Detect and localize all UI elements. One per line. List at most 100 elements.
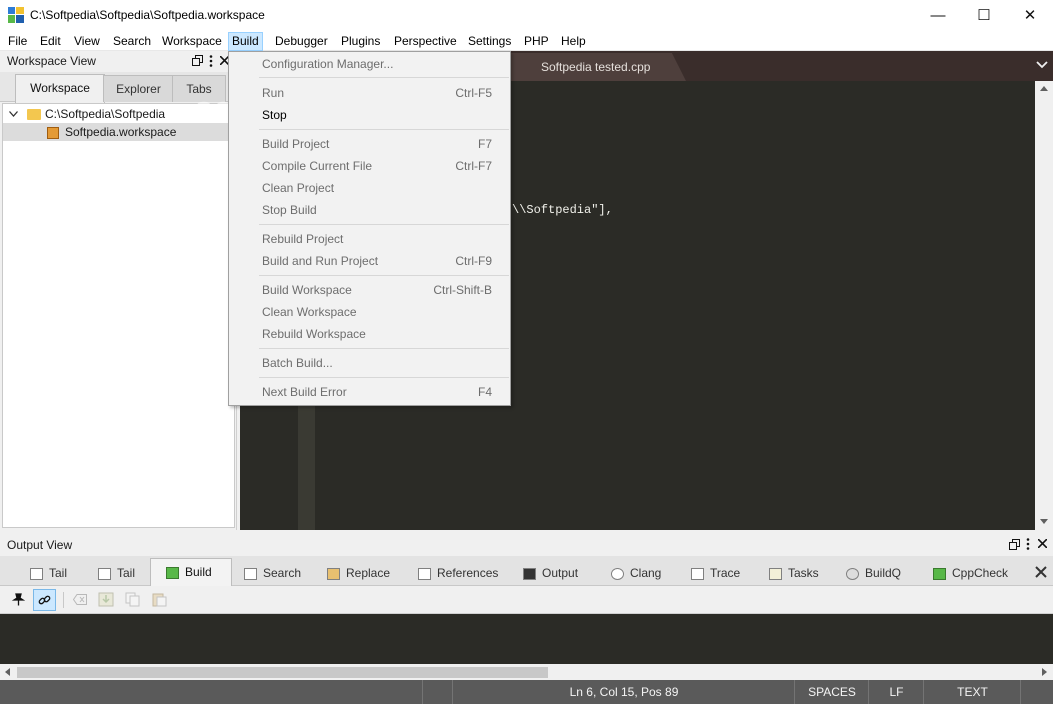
menu-php[interactable]: PHP <box>521 33 552 50</box>
output-view-title: Output View <box>7 538 73 552</box>
copy-icon[interactable] <box>125 592 140 607</box>
tab-trace[interactable]: Trace <box>691 560 740 586</box>
menu-separator <box>259 129 509 130</box>
menu-item-stop-build[interactable]: Stop Build <box>262 200 492 220</box>
pencil-icon <box>327 567 340 580</box>
tab-buildq[interactable]: BuildQ <box>846 560 901 586</box>
menu-settings[interactable]: Settings <box>465 33 514 50</box>
tab-build[interactable]: Build <box>150 558 232 586</box>
menu-item-clean-project[interactable]: Clean Project <box>262 178 492 198</box>
menu-item-stop[interactable]: Stop <box>262 105 492 125</box>
clear-icon[interactable] <box>73 594 87 605</box>
restore-pane-icon[interactable] <box>1009 539 1020 550</box>
folder-icon <box>27 109 41 121</box>
menu-item-build-project[interactable]: Build Project F7 <box>262 134 492 154</box>
pin-icon[interactable] <box>12 593 25 606</box>
status-position: Ln 6, Col 15, Pos 89 <box>452 680 795 704</box>
search-icon <box>418 567 431 580</box>
search-icon <box>244 567 257 580</box>
menu-edit[interactable]: Edit <box>37 33 64 50</box>
menu-perspective[interactable]: Perspective <box>391 33 460 50</box>
menu-help[interactable]: Help <box>558 33 589 50</box>
gears-icon <box>846 567 859 580</box>
workspace-tree: C:\Softpedia\Softpedia Softpedia.workspa… <box>2 103 235 528</box>
menu-item-next-build-error[interactable]: Next Build Error F4 <box>262 382 492 402</box>
close-button[interactable]: ✕ <box>1007 0 1053 31</box>
menu-separator <box>259 377 509 378</box>
minimize-button[interactable]: — <box>915 0 961 31</box>
pane-options-icon[interactable] <box>208 55 214 67</box>
title-bar: C:\Softpedia\Softpedia\Softpedia.workspa… <box>0 0 1053 31</box>
menu-item-clean-workspace[interactable]: Clean Workspace <box>262 302 492 322</box>
menu-item-run[interactable]: Run Ctrl-F5 <box>262 83 492 103</box>
menu-item-rebuild-workspace[interactable]: Rebuild Workspace <box>262 324 492 344</box>
window-title: C:\Softpedia\Softpedia\Softpedia.workspa… <box>30 8 265 22</box>
output-build-area[interactable] <box>0 614 1053 664</box>
tools-icon[interactable] <box>1034 565 1048 579</box>
menu-separator <box>259 275 509 276</box>
output-view-pane: Output View Tail Tail Build Search Repla… <box>0 534 1053 680</box>
status-empty-cell <box>422 680 453 704</box>
tab-tail-2[interactable]: Tail <box>98 560 135 586</box>
scroll-right-icon[interactable] <box>1042 668 1047 676</box>
menu-workspace[interactable]: Workspace <box>159 33 225 50</box>
menu-debugger[interactable]: Debugger <box>272 33 331 50</box>
tab-tasks[interactable]: Tasks <box>769 560 819 586</box>
tab-output[interactable]: Output <box>523 560 578 586</box>
output-view-tabs: Tail Tail Build Search Replace Reference… <box>0 556 1053 586</box>
menu-item-rebuild-project[interactable]: Rebuild Project <box>262 229 492 249</box>
restore-pane-icon[interactable] <box>192 55 203 66</box>
build-icon <box>166 566 179 579</box>
tab-clang[interactable]: Clang <box>611 560 661 586</box>
menu-search[interactable]: Search <box>110 33 154 50</box>
status-mode[interactable]: TEXT <box>923 680 1021 704</box>
link-icon <box>38 595 51 605</box>
workspace-file-icon <box>47 126 59 139</box>
save-icon[interactable] <box>98 592 114 607</box>
workspace-view-title: Workspace View <box>7 54 96 68</box>
paste-icon[interactable] <box>152 592 167 607</box>
tree-root-label: C:\Softpedia\Softpedia <box>45 107 166 121</box>
editor-tab-softpedia-tested[interactable]: Softpedia tested.cpp <box>510 53 686 81</box>
menu-item-configuration-manager[interactable]: Configuration Manager... <box>262 54 492 74</box>
menu-separator <box>259 348 509 349</box>
menu-item-build-workspace[interactable]: Build Workspace Ctrl-Shift-B <box>262 280 492 300</box>
terminal-icon <box>523 567 536 580</box>
menu-separator <box>259 77 509 78</box>
editor-vertical-scrollbar[interactable] <box>1035 81 1053 530</box>
menu-build[interactable]: Build <box>228 32 263 51</box>
status-indent[interactable]: SPACES <box>794 680 869 704</box>
chevron-down-icon[interactable] <box>9 111 18 117</box>
document-lines-icon <box>30 567 43 580</box>
scroll-down-icon[interactable] <box>1040 519 1048 524</box>
menu-item-build-and-run-project[interactable]: Build and Run Project Ctrl-F9 <box>262 251 492 271</box>
menu-view[interactable]: View <box>71 33 103 50</box>
toolbar-separator <box>63 592 64 608</box>
output-horizontal-scrollbar[interactable] <box>0 664 1053 680</box>
dragon-icon <box>611 567 624 580</box>
menu-plugins[interactable]: Plugins <box>338 33 383 50</box>
scrollbar-thumb[interactable] <box>17 667 548 678</box>
document-icon <box>691 567 704 580</box>
close-pane-icon[interactable] <box>1038 539 1047 548</box>
menu-bar: File Edit View Search Workspace Build De… <box>0 31 1053 51</box>
chevron-down-icon[interactable] <box>1036 61 1048 69</box>
tab-explorer[interactable]: Explorer <box>103 75 174 102</box>
tree-file-label: Softpedia.workspace <box>65 125 177 139</box>
status-eol[interactable]: LF <box>868 680 924 704</box>
pane-options-icon[interactable] <box>1025 538 1031 550</box>
scroll-up-icon[interactable] <box>1040 86 1048 91</box>
tab-workspace[interactable]: Workspace <box>15 74 105 103</box>
link-toggle-button[interactable] <box>33 589 56 611</box>
tab-search[interactable]: Search <box>244 560 301 586</box>
tab-cppcheck[interactable]: CppCheck <box>933 560 1008 586</box>
menu-item-compile-current-file[interactable]: Compile Current File Ctrl-F7 <box>262 156 492 176</box>
document-lines-icon <box>98 567 111 580</box>
tab-references[interactable]: References <box>418 560 498 586</box>
scroll-left-icon[interactable] <box>5 668 10 676</box>
tab-replace[interactable]: Replace <box>327 560 390 586</box>
tab-tail-1[interactable]: Tail <box>30 560 67 586</box>
menu-item-batch-build[interactable]: Batch Build... <box>262 353 492 373</box>
maximize-button[interactable]: ☐ <box>961 0 1007 31</box>
menu-file[interactable]: File <box>5 33 30 50</box>
